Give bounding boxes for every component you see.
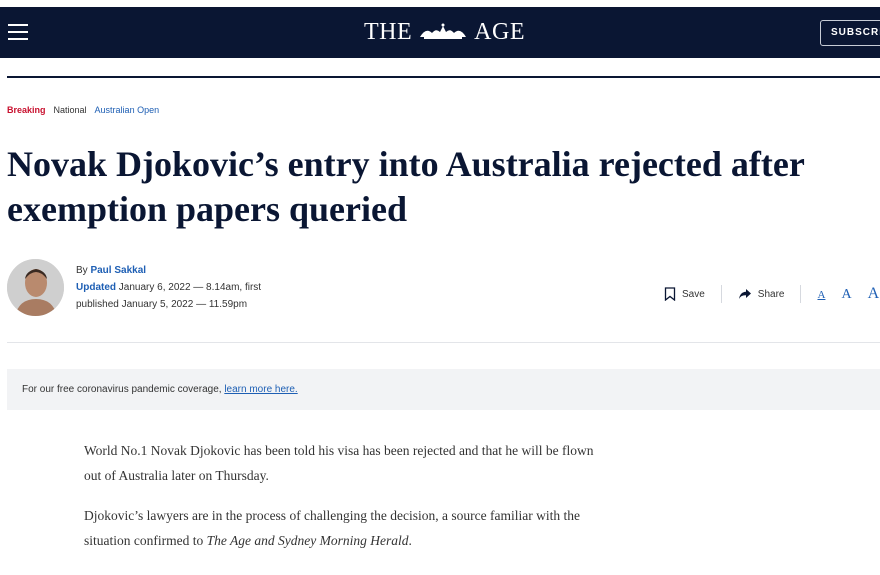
- article-headline: Novak Djokovic’s entry into Australia re…: [7, 142, 880, 232]
- paragraph-1: World No.1 Novak Djokovic has been told …: [84, 443, 594, 483]
- hamburger-menu-icon[interactable]: [8, 24, 28, 40]
- top-strip: [0, 0, 880, 7]
- learn-more-link[interactable]: learn more here.: [224, 384, 297, 395]
- byline: By Paul Sakkal Updated January 6, 2022 —…: [76, 262, 261, 313]
- header-rule: [7, 76, 880, 78]
- paragraph-2-end: .: [408, 533, 412, 548]
- tag-national[interactable]: National: [54, 105, 87, 115]
- save-label: Save: [682, 288, 705, 300]
- logo-text-age: AGE: [474, 18, 525, 45]
- author-photo: [7, 259, 64, 316]
- the-age-logo[interactable]: THE AGE: [364, 17, 525, 47]
- logo-text-the: THE: [364, 18, 413, 45]
- tag-breaking[interactable]: Breaking: [7, 105, 46, 115]
- byline-prefix: By: [76, 265, 88, 276]
- headline-line-2: exemption papers queried: [7, 189, 407, 229]
- share-label: Share: [757, 288, 785, 300]
- font-size-controls: A A A: [817, 285, 879, 303]
- publication-name: The Age and Sydney Morning Herald: [206, 533, 409, 548]
- action-separator: [800, 285, 802, 303]
- bookmark-icon: [664, 287, 676, 301]
- author-avatar[interactable]: [7, 259, 64, 316]
- share-button[interactable]: Share: [738, 288, 785, 300]
- article-actions: Save Share A A A: [664, 285, 879, 303]
- subscribe-button[interactable]: SUBSCRIBE: [820, 20, 880, 46]
- paragraph-2: Djokovic’s lawyers are in the process of…: [84, 503, 604, 553]
- notice-text: For our free coronavirus pandemic covera…: [22, 384, 225, 395]
- font-size-large-button[interactable]: A: [868, 285, 880, 303]
- updated-label: Updated: [76, 282, 116, 293]
- breadcrumb: Breaking National Australian Open: [7, 105, 159, 115]
- author-link[interactable]: Paul Sakkal: [90, 265, 146, 276]
- headline-line-1: Novak Djokovic’s entry into Australia re…: [7, 144, 805, 184]
- coverage-notice: For our free coronavirus pandemic covera…: [7, 369, 880, 410]
- published-date: published January 5, 2022 — 11.59pm: [76, 299, 248, 310]
- font-size-medium-button[interactable]: A: [841, 287, 851, 303]
- article-body: World No.1 Novak Djokovic has been told …: [84, 438, 604, 568]
- action-separator: [720, 285, 722, 303]
- tag-australian-open[interactable]: Australian Open: [95, 105, 160, 115]
- save-button[interactable]: Save: [664, 287, 705, 301]
- crest-icon: [420, 23, 467, 39]
- share-arrow-icon: [738, 289, 751, 299]
- font-size-small-button[interactable]: A: [817, 289, 825, 301]
- updated-date: January 6, 2022 — 8.14am, first: [118, 282, 262, 293]
- top-navigation-bar: THE AGE SUBSCRIBE: [0, 0, 880, 58]
- section-divider: [7, 342, 880, 343]
